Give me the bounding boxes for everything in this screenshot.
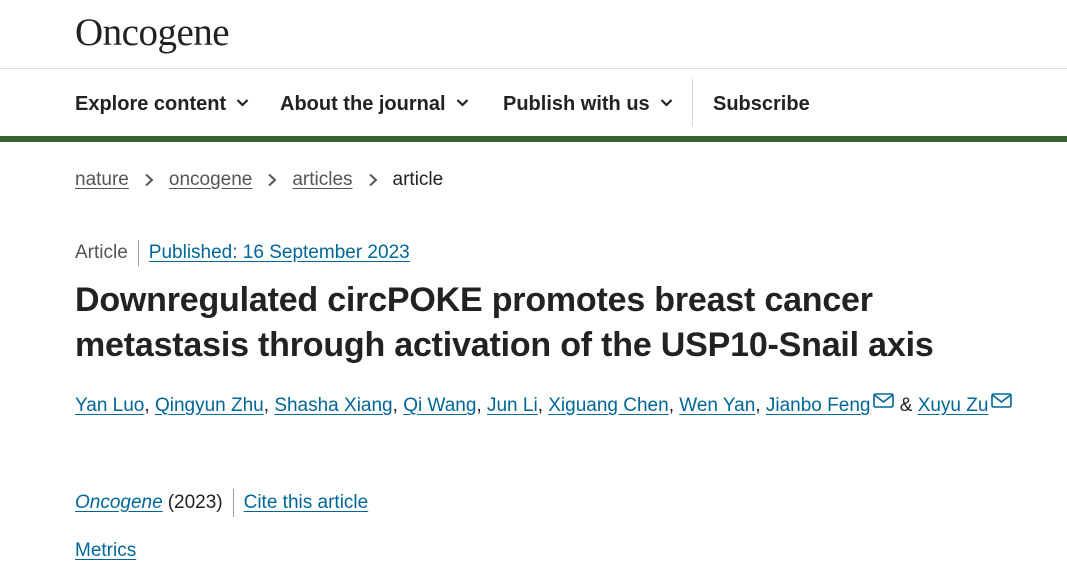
article-type: Article [75, 242, 128, 263]
author-link[interactable]: Xuyu Zu [918, 395, 989, 416]
nav-explore-content[interactable]: Explore content [75, 93, 249, 116]
nav-item-label: Explore content [75, 93, 227, 115]
publication-year: (2023) [167, 492, 223, 513]
mail-icon[interactable] [991, 393, 1013, 408]
main-nav: Explore content About the journal Publis… [0, 69, 1067, 136]
chevron-right-icon [145, 173, 154, 187]
nav-item-label: Publish with us [503, 93, 650, 115]
chevron-right-icon [268, 173, 277, 187]
chevron-down-icon [456, 99, 468, 107]
breadcrumb-nature[interactable]: nature [75, 169, 129, 191]
journal-logo[interactable]: Oncogene [75, 10, 230, 55]
site-header: Oncogene [0, 0, 1067, 69]
nav-about-journal[interactable]: About the journal [280, 93, 469, 116]
breadcrumb-current: article [392, 169, 444, 190]
article-meta: Article Published: 16 September 2023 [75, 240, 410, 266]
author-link[interactable]: Shasha Xiang [274, 395, 392, 416]
nav-accent-bar [0, 136, 1067, 142]
nav-item-label: Subscribe [713, 93, 810, 115]
citation-divider [232, 489, 234, 517]
citation-line: Oncogene (2023) Cite this article [75, 489, 368, 517]
mail-icon[interactable] [873, 393, 895, 408]
author-link[interactable]: Jianbo Feng [766, 395, 871, 416]
chevron-down-icon [660, 99, 672, 107]
author-link[interactable]: Qi Wang [403, 395, 476, 416]
breadcrumb-articles[interactable]: articles [292, 169, 352, 191]
chevron-right-icon [368, 173, 378, 187]
author-list: Yan Luo, Qingyun Zhu, Shasha Xiang, Qi W… [75, 393, 1013, 417]
meta-divider [137, 240, 139, 266]
author-link[interactable]: Xiguang Chen [548, 395, 668, 416]
author-link[interactable]: Qingyun Zhu [155, 395, 264, 416]
chevron-down-icon [236, 99, 249, 107]
author-link[interactable]: Jun Li [487, 395, 538, 416]
published-date-link[interactable]: Published: 16 September 2023 [149, 242, 410, 264]
breadcrumb-oncogene[interactable]: oncogene [169, 169, 252, 191]
breadcrumb: nature oncogene articles article [75, 169, 443, 191]
author-link[interactable]: Yan Luo [75, 395, 144, 416]
nav-divider [692, 79, 693, 126]
cite-article-link[interactable]: Cite this article [244, 492, 369, 514]
article-title: Downregulated circPOKE promotes breast c… [75, 281, 934, 364]
nav-publish-with-us[interactable]: Publish with us [503, 93, 673, 116]
journal-link[interactable]: Oncogene [75, 492, 163, 514]
metrics-link[interactable]: Metrics [75, 540, 136, 561]
nav-subscribe[interactable]: Subscribe [713, 93, 810, 116]
metrics-section: Metrics [75, 540, 136, 562]
nav-item-label: About the journal [280, 93, 446, 115]
author-link[interactable]: Wen Yan [679, 395, 755, 416]
